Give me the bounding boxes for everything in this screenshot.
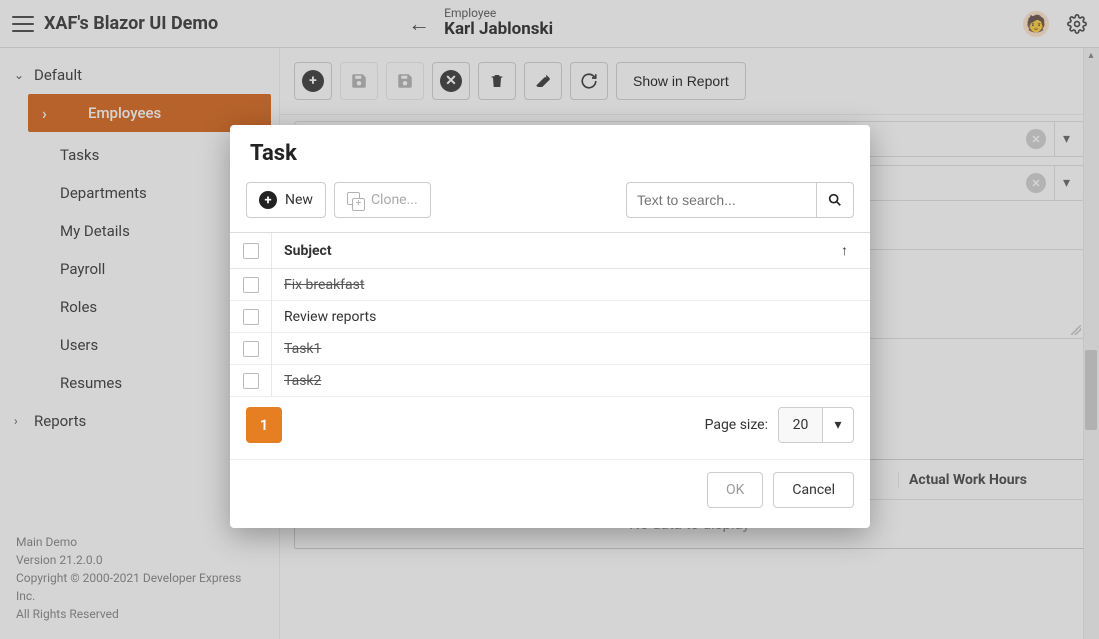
row-subject: Review reports [272, 309, 870, 325]
page-size-selector[interactable]: 20 ▾ [778, 407, 854, 443]
search-icon [827, 192, 843, 208]
plus-circle-icon: + [259, 191, 277, 209]
row-subject: Fix breakfast [272, 277, 870, 293]
ok-button[interactable]: OK [707, 472, 763, 508]
row-checkbox[interactable] [230, 365, 272, 396]
row-checkbox[interactable] [230, 301, 272, 332]
search-input[interactable] [626, 182, 816, 218]
task-row[interactable]: Task1 [230, 333, 870, 365]
task-dialog: Task + New Clone... Subject ↑ Fix breakf… [230, 125, 870, 528]
new-task-label: New [285, 192, 313, 208]
task-row[interactable]: Task2 [230, 365, 870, 397]
pager: 1 Page size: 20 ▾ [230, 397, 870, 459]
clone-task-label: Clone... [371, 192, 418, 208]
new-task-button[interactable]: + New [246, 182, 326, 218]
search-button[interactable] [816, 182, 854, 218]
select-all-checkbox[interactable] [230, 233, 272, 268]
row-subject: Task2 [272, 373, 870, 389]
row-subject: Task1 [272, 341, 870, 357]
row-checkbox[interactable] [230, 333, 272, 364]
dialog-title: Task [230, 125, 870, 174]
task-row[interactable]: Fix breakfast [230, 269, 870, 301]
dialog-footer: OK Cancel [230, 459, 870, 528]
dialog-toolbar: + New Clone... [230, 174, 870, 232]
page-1-button[interactable]: 1 [246, 407, 282, 443]
row-checkbox[interactable] [230, 269, 272, 300]
page-size-value: 20 [779, 408, 823, 442]
sort-asc-icon: ↑ [841, 242, 848, 259]
cancel-button[interactable]: Cancel [773, 472, 854, 508]
column-header-subject[interactable]: Subject ↑ [272, 242, 870, 259]
clone-icon [347, 192, 363, 208]
task-list-table: Subject ↑ Fix breakfast Review reports Tas… [230, 232, 870, 397]
page-size-dropdown-toggle[interactable]: ▾ [823, 408, 853, 442]
clone-task-button[interactable]: Clone... [334, 182, 431, 218]
page-size-label: Page size: [705, 417, 768, 433]
task-list-header: Subject ↑ [230, 233, 870, 269]
task-row[interactable]: Review reports [230, 301, 870, 333]
